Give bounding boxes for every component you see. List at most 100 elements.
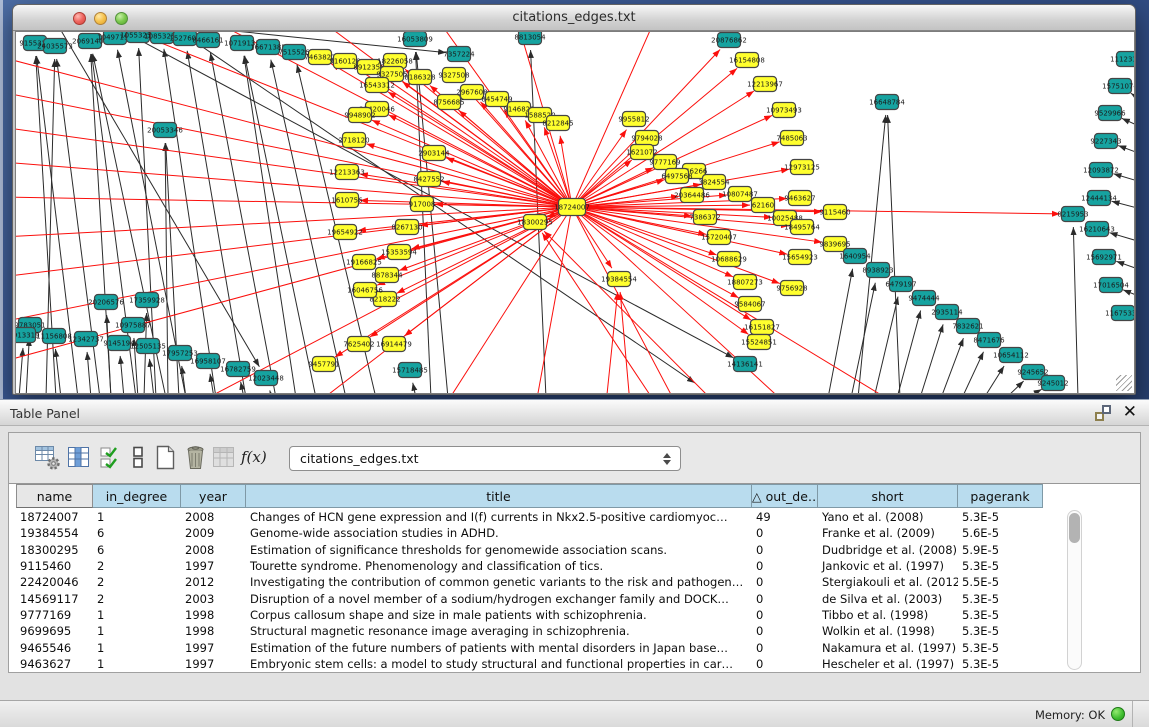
network-edge[interactable] [1131,93,1134,100]
network-edge[interactable] [16,207,572,237]
network-edge[interactable] [874,297,898,393]
network-edge[interactable] [542,233,656,393]
network-node[interactable]: 16151827 [744,320,780,335]
network-node[interactable]: 8215953 [1057,207,1088,222]
network-edge[interactable] [245,56,316,393]
network-edge[interactable] [244,56,296,393]
select-columns-icon[interactable] [98,444,125,471]
network-edge[interactable] [1122,118,1134,127]
network-node[interactable]: 19654922 [327,225,363,240]
table-row[interactable]: 969969511998Structural magnetic resonanc… [16,623,1043,639]
new-table-icon[interactable] [152,444,179,471]
network-node[interactable]: 6479197 [885,277,916,292]
network-node[interactable]: 12093872 [1083,163,1119,178]
network-node[interactable]: 9115460 [819,205,850,220]
network-node[interactable]: 9463627 [784,191,815,206]
network-node[interactable]: 9955812 [618,112,649,127]
network-node[interactable]: 9327508 [438,68,469,83]
table-row[interactable]: 1830029562008Estimation of significance … [16,542,1043,558]
network-edge[interactable] [1116,261,1134,270]
network-node[interactable]: 10654112 [993,348,1029,363]
network-edge[interactable] [544,231,716,393]
network-node[interactable]: 9756928 [776,281,807,296]
network-edge[interactable] [1073,227,1078,393]
network-node[interactable]: 20206576 [88,295,124,310]
network-node[interactable]: 15524851 [741,335,777,350]
network-node[interactable]: 9474444 [908,291,940,306]
network-edge[interactable] [1026,389,1042,393]
network-node[interactable]: 8267130 [391,220,422,235]
network-node[interactable]: 9245012 [1037,376,1068,391]
column-header-short[interactable]: short [818,484,958,508]
network-node[interactable]: 8938923 [862,263,893,278]
network-node[interactable]: 2935114 [931,305,963,320]
column-header-out_de[interactable]: △ out_de… [752,484,818,508]
network-edge[interactable] [413,383,416,393]
column-header-year[interactable]: year [181,484,246,508]
network-edge[interactable] [962,352,984,393]
network-node[interactable]: 12444134 [1081,191,1117,206]
column-header-name[interactable]: name [16,484,93,508]
network-node[interactable]: 15751074 [1102,79,1134,94]
network-edge[interactable] [1109,233,1134,242]
network-node[interactable]: 11123174 [1110,52,1134,67]
network-node[interactable]: 7357224 [443,47,475,62]
table-row[interactable]: 977716911998Corpus callosum shape and si… [16,607,1043,623]
network-node[interactable]: 15654923 [782,250,818,265]
network-node[interactable]: 15692971 [1086,250,1122,265]
column-header-in_degree[interactable]: in_degree [93,484,181,508]
network-edge[interactable] [851,283,875,393]
delete-table-icon[interactable] [182,444,209,471]
function-builder-icon[interactable]: f(x) [241,448,268,475]
network-node[interactable]: 16210643 [1079,222,1115,237]
network-node[interactable]: 8756685 [433,95,464,110]
network-edge[interactable] [572,91,754,207]
network-node[interactable]: 11675334 [1105,306,1134,321]
network-node[interactable]: 9777169 [649,155,680,170]
show-columns-icon[interactable] [66,444,93,471]
network-edge[interactable] [1118,146,1134,154]
close-panel-icon[interactable]: ✕ [1123,402,1137,422]
network-node[interactable]: 62160 [752,198,775,213]
network-node[interactable]: 20876862 [711,33,747,48]
network-edge[interactable] [1113,174,1134,182]
network-edge[interactable] [941,338,963,393]
network-node[interactable]: 9227343 [1090,134,1121,149]
column-header-pagerank[interactable]: pagerank [958,484,1043,508]
table-options-icon[interactable] [34,444,61,471]
network-node[interactable]: 10975887 [115,318,151,333]
scrollbar-thumb[interactable] [1069,513,1080,543]
window-titlebar[interactable]: citations_edges.txt [13,5,1135,31]
network-edge[interactable] [164,49,216,393]
network-node[interactable]: 917008 [409,197,436,212]
table-row[interactable]: 1872400712008Changes of HCN gene express… [16,509,1043,525]
table-row[interactable]: 2242004622012Investigating the contribut… [16,574,1043,590]
network-node[interactable]: 16914479 [376,337,412,352]
network-node[interactable]: 7515526 [278,45,310,60]
network-edge[interactable] [120,356,124,393]
network-node-hub[interactable]: 18724007 [554,199,590,216]
network-node[interactable]: 8186328 [404,70,435,85]
table-row[interactable]: 946554611997Estimation of the future num… [16,639,1043,655]
network-node[interactable]: 2718120 [338,133,369,148]
network-edge[interactable] [897,311,921,393]
window-resize-grip[interactable] [1116,375,1132,391]
network-edge[interactable] [16,57,572,207]
network-edge[interactable] [107,315,111,393]
network-node[interactable]: 10688629 [711,252,747,267]
network-node[interactable]: 20053346 [147,123,183,138]
network-node[interactable]: 12342737 [68,332,104,347]
network-edge[interactable] [1123,290,1134,297]
network-table-selector[interactable]: citations_edges.txt [289,446,681,471]
network-edge[interactable] [1006,381,1024,393]
network-edge[interactable] [270,390,272,393]
network-node[interactable]: 12505135 [130,339,166,354]
network-node[interactable]: 8212845 [542,116,573,131]
network-edge[interactable] [87,352,91,393]
table-row[interactable]: 1456911722003Disruption of a novel membe… [16,590,1043,606]
network-edge[interactable] [920,324,943,393]
network-node[interactable]: 9948902 [344,108,375,123]
network-node[interactable]: 1621072 [626,145,657,160]
network-node[interactable]: 7386372 [689,210,720,225]
memory-ok-indicator-icon[interactable] [1111,707,1125,721]
